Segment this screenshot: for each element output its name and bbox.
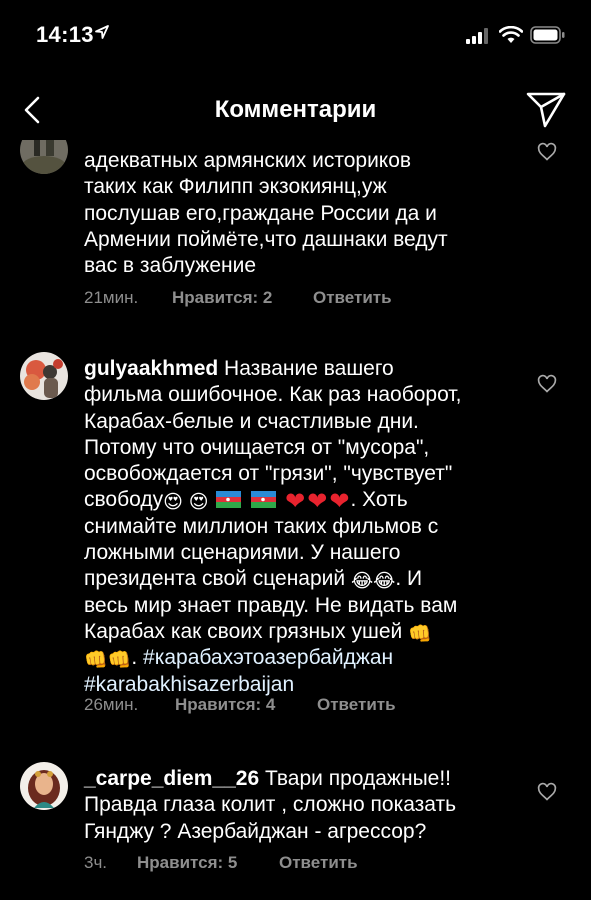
fist-emoji: 👊 (107, 650, 132, 672)
hashtag-link[interactable]: #karabakhisazerbaijan (84, 673, 294, 696)
heart-outline-icon[interactable] (537, 782, 557, 802)
status-bar: 14:13 (0, 0, 591, 72)
azerbaijan-flag-emoji (216, 491, 242, 509)
comment-line: весь мир знает правду. Не видать вам (84, 593, 458, 617)
navigation-bar: Комментарии (0, 72, 591, 148)
heart-eyes-emoji: 😍 (188, 492, 209, 514)
hashtag-link[interactable]: #карабахэтоазербайджан (143, 646, 393, 669)
comment-line: #karabakhisazerbaijan (84, 672, 524, 698)
comment-line: Армении поймёте,что дашнаки ведут (84, 227, 448, 251)
share-button[interactable] (524, 90, 568, 130)
avatar[interactable] (20, 352, 68, 400)
comment-line: послушав его,граждане России да и (84, 201, 437, 225)
location-arrow-icon (94, 24, 110, 45)
comment-likes-button[interactable]: Нравится: 5 (137, 853, 237, 873)
wifi-icon (498, 25, 524, 49)
comments-list[interactable]: адекватных армянских историков таких как… (0, 140, 591, 900)
comment-line: таких как Филипп экзокиянц,уж (84, 175, 387, 199)
heart-eyes-emoji: 😍 (163, 492, 183, 514)
red-heart-emoji: ❤ (329, 488, 350, 516)
reply-button[interactable]: Ответить (317, 695, 396, 715)
comment-likes-button[interactable]: Нравится: 2 (172, 288, 272, 308)
comment-time: 26мин. (84, 695, 139, 714)
comment-username[interactable]: _carpe_diem__26 (84, 767, 259, 790)
reply-button[interactable]: Ответить (279, 853, 358, 873)
azerbaijan-flag-emoji (251, 491, 277, 509)
cellular-signal-icon (466, 28, 490, 49)
comment-time: 21мин. (84, 288, 139, 307)
fist-emoji: 👊 (408, 623, 432, 645)
comment-line: снимайте миллион таких фильмов с (84, 514, 439, 538)
comment-text: gulyaakhmed Название вашего фильма ошибо… (84, 356, 524, 698)
paper-plane-icon (526, 92, 566, 128)
heart-outline-icon[interactable] (537, 142, 557, 162)
comment-line: 👊👊. #карабахэтоазербайджан (84, 646, 394, 672)
comment-line: адекватных армянских историков (84, 149, 412, 172)
reply-button[interactable]: Ответить (313, 288, 392, 308)
comment-line: Правда глаза колит , сложно показать (84, 793, 457, 817)
comment-line: свободу😍 😍 ❤❤❤. Хоть (84, 488, 408, 516)
comment-line: ложными сценариями. У нашего (84, 541, 401, 565)
comment-time: 3ч. (84, 853, 108, 872)
red-heart-emoji: ❤ (307, 488, 328, 516)
tears-of-joy-emoji: 😂 (373, 571, 396, 593)
comment-line: фильма ошибочное. Как раз наоборот, (84, 383, 462, 407)
comment-username[interactable]: gulyaakhmed (84, 357, 218, 380)
status-time: 14:13 (36, 22, 94, 47)
comment-line: освобождается от "грязи", "чувствует" (84, 462, 453, 486)
comment-line: Карабах-белые и счастливые дни. (84, 409, 419, 433)
comment-text: адекватных армянских историков таких как… (84, 148, 524, 279)
avatar[interactable] (20, 762, 68, 810)
avatar[interactable] (20, 140, 68, 174)
heart-outline-icon[interactable] (537, 374, 557, 394)
comment-line: Потому что очищается от "мусора", (84, 435, 430, 459)
comment-line: Гянджу ? Азербайджан - агрессор? (84, 819, 427, 843)
comment-line: gulyaakhmed Название вашего (84, 357, 394, 380)
page-title: Комментарии (214, 96, 377, 123)
comment-text: _carpe_diem__26 Твари продажные!! Правда… (84, 766, 524, 845)
comment-line: _carpe_diem__26 Твари продажные!! (84, 767, 452, 790)
comment-likes-button[interactable]: Нравится: 4 (175, 695, 275, 715)
battery-icon (530, 25, 566, 50)
tears-of-joy-emoji: 😂 (350, 571, 374, 593)
comment-line: Карабах как своих грязных ушей 👊 (84, 619, 432, 645)
fist-emoji: 👊 (84, 650, 108, 672)
comment-line: президента свой сценарий 😂😂. И (84, 567, 423, 593)
comment-line: вас в заблужение (84, 254, 257, 278)
red-heart-emoji: ❤ (285, 488, 306, 516)
